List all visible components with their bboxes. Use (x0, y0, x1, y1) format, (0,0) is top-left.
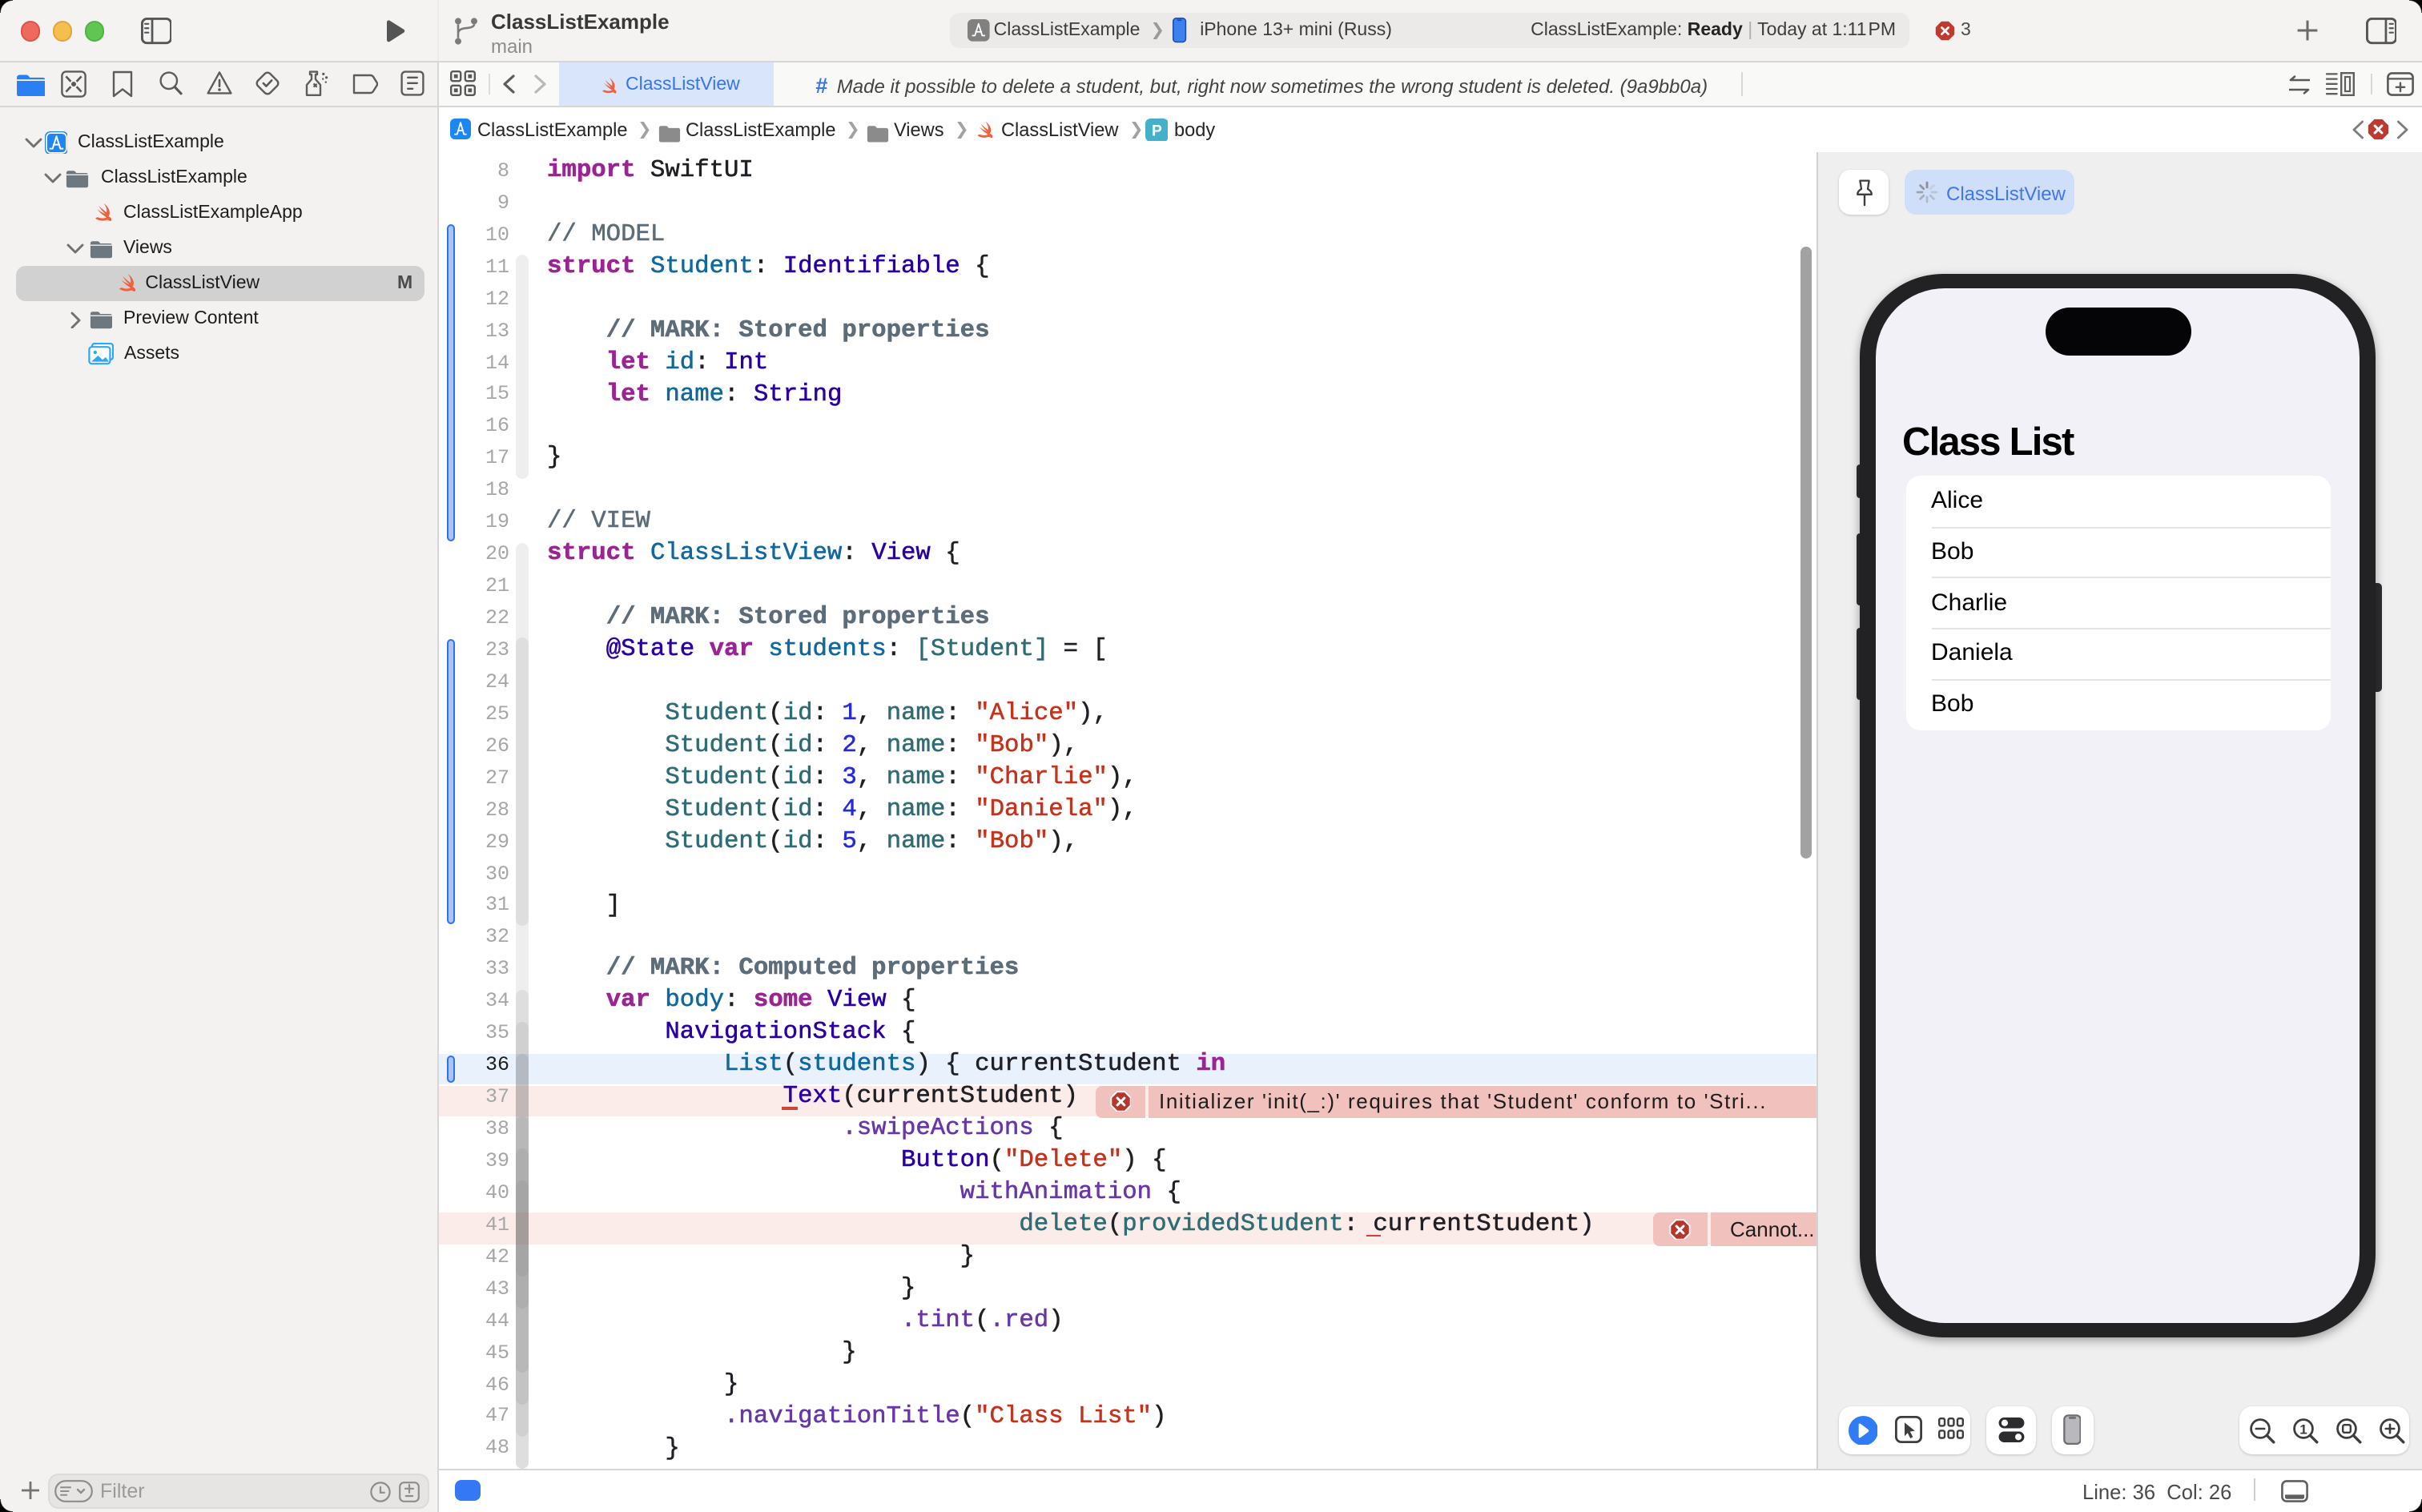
svg-text:1: 1 (2299, 1422, 2306, 1437)
svg-text:P: P (1151, 123, 1161, 139)
